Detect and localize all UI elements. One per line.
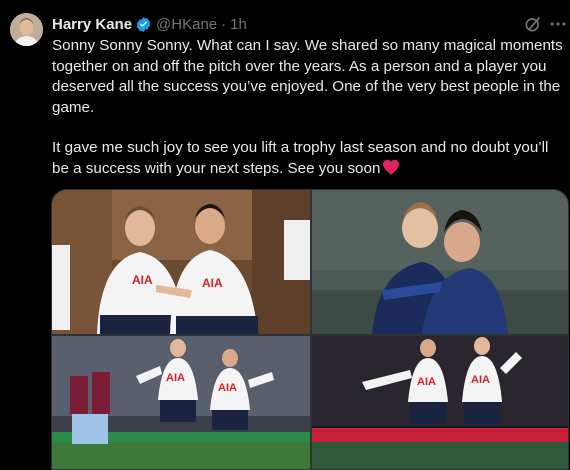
tweet-paragraph-2-text: It gave me such joy to see you lift a tr…: [52, 139, 549, 177]
tweet-header: Harry Kane @HKane · 1h: [52, 14, 247, 34]
red-heart-emoji: [382, 159, 400, 175]
tweet-media-grid: AIA AIA AIA AIA AIA AIA: [51, 189, 569, 470]
media-photo-1[interactable]: AIA AIA: [52, 190, 310, 334]
photo-4-shirt-text-right: AIA: [471, 374, 490, 386]
author-handle[interactable]: @HKane: [156, 16, 217, 33]
tweet-timestamp[interactable]: 1h: [230, 16, 247, 33]
photo-3-shirt-text-left: AIA: [166, 372, 185, 384]
author-avatar[interactable]: [10, 13, 43, 46]
author-name[interactable]: Harry Kane: [52, 16, 132, 33]
verified-badge-icon[interactable]: [135, 16, 152, 33]
photo-1-shirt-text-right: AIA: [202, 276, 223, 290]
tweet-text: Sonny Sonny Sonny. What can I say. We sh…: [52, 36, 568, 179]
media-photo-3[interactable]: AIA AIA: [52, 336, 310, 469]
photo-3-shirt-text-right: AIA: [218, 382, 237, 394]
photo-1-shirt-text-left: AIA: [132, 273, 153, 287]
photo-4-shirt-text-left: AIA: [417, 376, 436, 388]
media-photo-4[interactable]: AIA AIA: [312, 336, 568, 469]
separator-dot: ·: [221, 15, 227, 33]
more-options-icon[interactable]: [548, 14, 568, 34]
media-photo-2[interactable]: [312, 190, 568, 334]
grok-icon[interactable]: [523, 14, 543, 34]
tweet-paragraph-2: It gave me such joy to see you lift a tr…: [52, 138, 568, 179]
tweet-paragraph-1: Sonny Sonny Sonny. What can I say. We sh…: [52, 37, 563, 116]
